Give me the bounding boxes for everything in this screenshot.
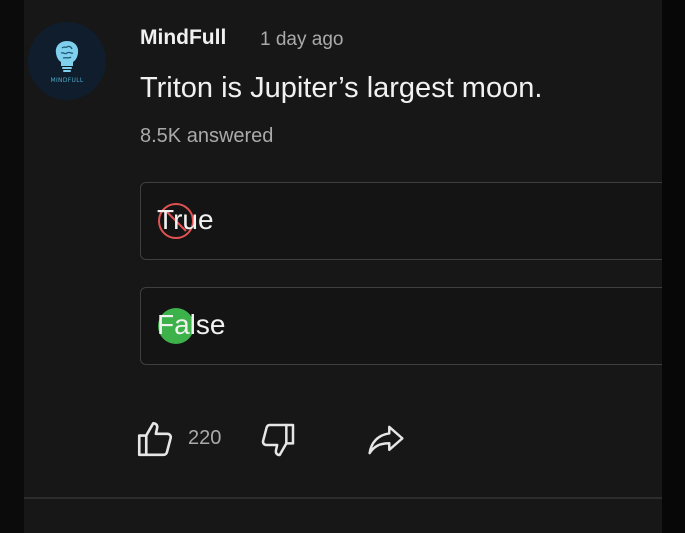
quiz-post-card: MINDFULL MindFull 1 day ago Triton is Ju… <box>24 0 685 533</box>
divider <box>24 497 662 499</box>
right-edge <box>662 0 685 533</box>
brain-head-icon <box>55 40 79 72</box>
answer-option-label: True <box>157 204 214 235</box>
avatar-logo-text: MINDFULL <box>50 76 84 84</box>
thumbs-down-icon <box>261 423 295 457</box>
post-timestamp[interactable]: 1 day ago <box>260 29 343 51</box>
like-button[interactable] <box>134 418 176 465</box>
channel-name[interactable]: MindFull <box>140 26 226 50</box>
answer-option-label: False <box>157 309 226 340</box>
dislike-button[interactable] <box>258 420 298 465</box>
channel-avatar[interactable]: MINDFULL <box>28 22 106 100</box>
quiz-question: Triton is Jupiter’s largest moon. <box>140 72 543 104</box>
answer-option-true[interactable]: True <box>140 182 685 260</box>
answer-option-false[interactable]: False <box>140 287 685 365</box>
like-count: 220 <box>188 427 222 449</box>
left-edge <box>0 0 24 533</box>
share-icon <box>368 425 404 455</box>
answered-count: 8.5K answered <box>140 125 274 147</box>
share-button[interactable] <box>366 422 406 463</box>
thumbs-up-icon <box>137 421 173 457</box>
